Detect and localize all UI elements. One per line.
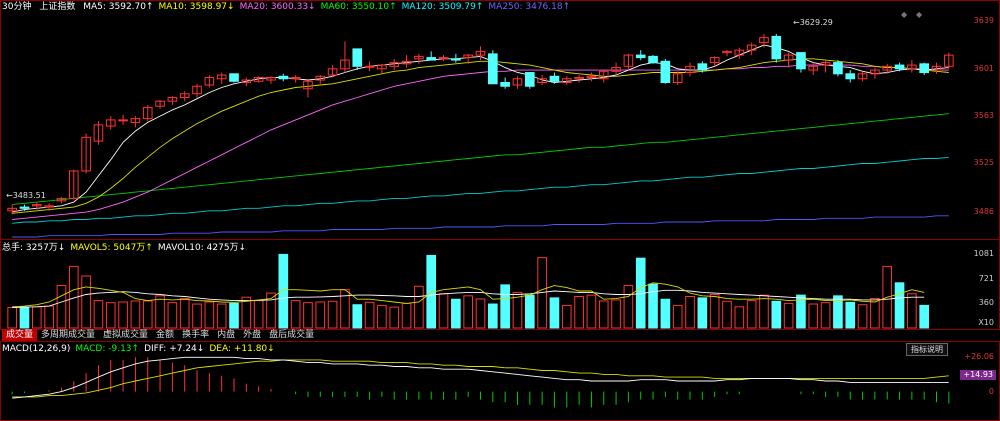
volume-bar: [500, 284, 510, 329]
volume-bar: [623, 285, 634, 329]
volume-bar: [118, 301, 128, 329]
volume-bar: [155, 295, 165, 329]
volume-bar: [475, 298, 486, 329]
volume-bar: [352, 304, 363, 329]
kline-chart: [7, 33, 954, 408]
volume-bar: [648, 283, 658, 329]
candle-body: [500, 82, 510, 87]
volume-bar: [857, 304, 868, 329]
volume-bar: [130, 300, 141, 329]
candle-body: [524, 72, 535, 87]
volume-bar: [734, 306, 745, 329]
volume-bar: [327, 300, 338, 329]
candle-body: [451, 58, 461, 61]
candle-body: [19, 206, 30, 209]
ma5-line: [12, 44, 949, 213]
volume-bar: [253, 300, 264, 329]
volume-bar: [549, 297, 560, 329]
candle-body: [697, 63, 708, 71]
candle-body: [660, 60, 671, 84]
volume-bar: [389, 306, 400, 329]
volume-bar: [105, 302, 116, 329]
volume-bar: [278, 253, 289, 329]
volume-bar: [697, 297, 708, 329]
volume-bar: [709, 293, 720, 329]
volume-bar: [759, 294, 769, 329]
volume-bar: [19, 306, 30, 329]
mavol10-line: [12, 289, 925, 308]
volume-bar: [303, 302, 313, 329]
volume-bar: [179, 298, 190, 329]
volume-bar: [167, 302, 178, 329]
volume-bar: [746, 300, 757, 329]
candle-body: [796, 52, 806, 70]
ma250-line: [12, 215, 949, 238]
volume-bar: [870, 298, 880, 329]
volume-bar: [364, 301, 375, 329]
volume-bar: [216, 303, 227, 329]
volume-bar: [377, 304, 387, 329]
volume-bar: [845, 301, 856, 329]
volume-bar: [290, 300, 301, 329]
volume-bar: [488, 303, 498, 329]
candle-body: [352, 48, 363, 67]
volume-bar: [315, 301, 326, 329]
candle-body: [438, 57, 449, 60]
candle-body: [278, 75, 289, 80]
volume-bar: [722, 300, 732, 329]
volume-bar: [451, 298, 461, 329]
volume-bar: [771, 300, 782, 329]
candle-body: [635, 54, 646, 59]
candle-body: [426, 57, 437, 61]
volume-bar: [81, 275, 91, 329]
volume-bar: [820, 302, 831, 329]
volume-bar: [438, 293, 449, 329]
volume-bar: [919, 304, 930, 329]
candle-body: [364, 65, 375, 68]
volume-bar: [783, 302, 794, 329]
ma20-line: [12, 64, 949, 220]
volume-bar: [907, 293, 917, 329]
volume-bar: [56, 285, 67, 329]
volume-bar: [561, 304, 572, 329]
candle-body: [488, 53, 498, 85]
dea-line: [12, 359, 949, 398]
volume-bar: [463, 295, 473, 329]
volume-bar: [401, 302, 412, 329]
candle-body: [229, 73, 239, 82]
volume-bar: [414, 285, 424, 329]
candle-body: [919, 63, 930, 74]
volume-bar: [685, 296, 695, 329]
ma60-line: [12, 113, 949, 206]
volume-bar: [142, 300, 153, 329]
candle-body: [845, 73, 856, 80]
volume-bar: [586, 294, 597, 329]
volume-bar: [598, 300, 609, 329]
volume-bar: [229, 302, 239, 329]
volume-bar: [808, 303, 819, 329]
volume-bar: [672, 304, 683, 329]
candle-body: [549, 75, 560, 82]
volume-bar: [204, 301, 215, 329]
volume-bar: [192, 303, 202, 329]
volume-bar: [894, 282, 905, 329]
volume-bar: [44, 305, 54, 329]
candle-body: [833, 62, 843, 75]
candle-body: [648, 55, 658, 64]
volume-bar: [31, 306, 42, 329]
candle-body: [771, 35, 782, 60]
volume-bar: [7, 306, 17, 329]
volume-bar: [524, 294, 535, 329]
volume-bar: [660, 298, 671, 329]
candle-body: [118, 119, 128, 122]
volume-bar: [574, 296, 584, 329]
volume-bar: [611, 299, 621, 329]
volume-bar: [93, 300, 104, 329]
candle-body: [894, 64, 905, 70]
